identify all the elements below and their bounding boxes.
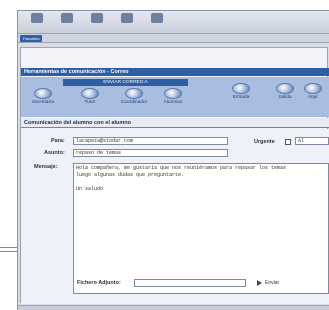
secretaria-button[interactable]: Secretaría xyxy=(23,88,63,105)
refresh-button[interactable] xyxy=(116,13,138,31)
home-button[interactable] xyxy=(146,13,168,31)
forward-icon xyxy=(61,13,73,23)
to-label: Para: xyxy=(51,138,65,144)
app-title-bar: Herramientas de comunicación - Correo xyxy=(21,68,329,76)
message-label: Mensaje: xyxy=(34,164,58,170)
students-icon xyxy=(164,88,182,99)
urgent-label: Urgente xyxy=(254,139,275,145)
subject-label: Asunto: xyxy=(44,150,65,156)
back-button[interactable] xyxy=(26,13,48,31)
page-viewport: Herramientas de comunicación - Correo EN… xyxy=(20,47,329,304)
tutor-button[interactable]: Tutor xyxy=(70,88,110,105)
send-button[interactable]: Enviar xyxy=(257,279,301,287)
refresh-icon xyxy=(121,13,133,23)
secretaria-icon xyxy=(34,88,52,99)
tutor-icon xyxy=(81,88,99,99)
message-textarea[interactable]: Hola compañera, me gustaría que nos reun… xyxy=(73,163,329,294)
inbox-button[interactable]: Entrada xyxy=(221,83,261,100)
home-icon xyxy=(151,13,163,23)
browser-toolbar xyxy=(18,11,329,34)
stop-button[interactable] xyxy=(86,13,108,31)
message-line xyxy=(76,179,326,186)
coordinator-button[interactable]: Coordinador xyxy=(114,88,154,105)
nav-panel: ENVIAR CORREO A Secretaría Tutor Coordin… xyxy=(21,77,329,117)
attach-label: Fichero Adjunto: xyxy=(77,280,121,286)
priority-select[interactable]: Al xyxy=(295,137,329,145)
back-icon xyxy=(31,13,43,23)
status-bar xyxy=(18,305,329,310)
message-line: Un saludo xyxy=(76,186,104,192)
attachment-row: Fichero Adjunto: Enviar xyxy=(21,278,329,288)
send-arrow-icon xyxy=(257,279,262,286)
inbox-icon xyxy=(232,83,250,94)
outbox-icon xyxy=(276,83,294,94)
students-button[interactable]: Alumnos xyxy=(153,88,193,105)
print-icon xyxy=(304,83,322,94)
screen: Favorites Herramientas de comunicación -… xyxy=(0,0,329,310)
message-line: Hola compañera, me gustaría que nos reun… xyxy=(76,165,287,171)
message-line: luego algunas dudas que preguntarte. xyxy=(76,172,185,178)
forward-button[interactable] xyxy=(56,13,78,31)
attach-input[interactable] xyxy=(134,279,246,287)
print-button[interactable]: Impr xyxy=(297,83,329,100)
section-header: Comunicación del alumno con el alumno xyxy=(21,118,329,128)
to-input[interactable]: lacapeza@stodar.com xyxy=(73,137,228,145)
links-bar: Favorites xyxy=(18,34,329,43)
urgent-checkbox[interactable] xyxy=(285,139,291,145)
subject-input[interactable]: repaso de temas xyxy=(73,149,228,157)
browser-window: Favorites Herramientas de comunicación -… xyxy=(17,10,329,310)
favorites-tab[interactable]: Favorites xyxy=(20,35,43,42)
coordinator-icon xyxy=(125,88,143,99)
page-title: Herramientas de comunicación - Correo xyxy=(24,69,129,75)
send-group-header: ENVIAR CORREO A xyxy=(63,79,188,86)
stop-icon xyxy=(91,13,103,23)
section-title: Comunicación del alumno con el alumno xyxy=(24,120,131,126)
